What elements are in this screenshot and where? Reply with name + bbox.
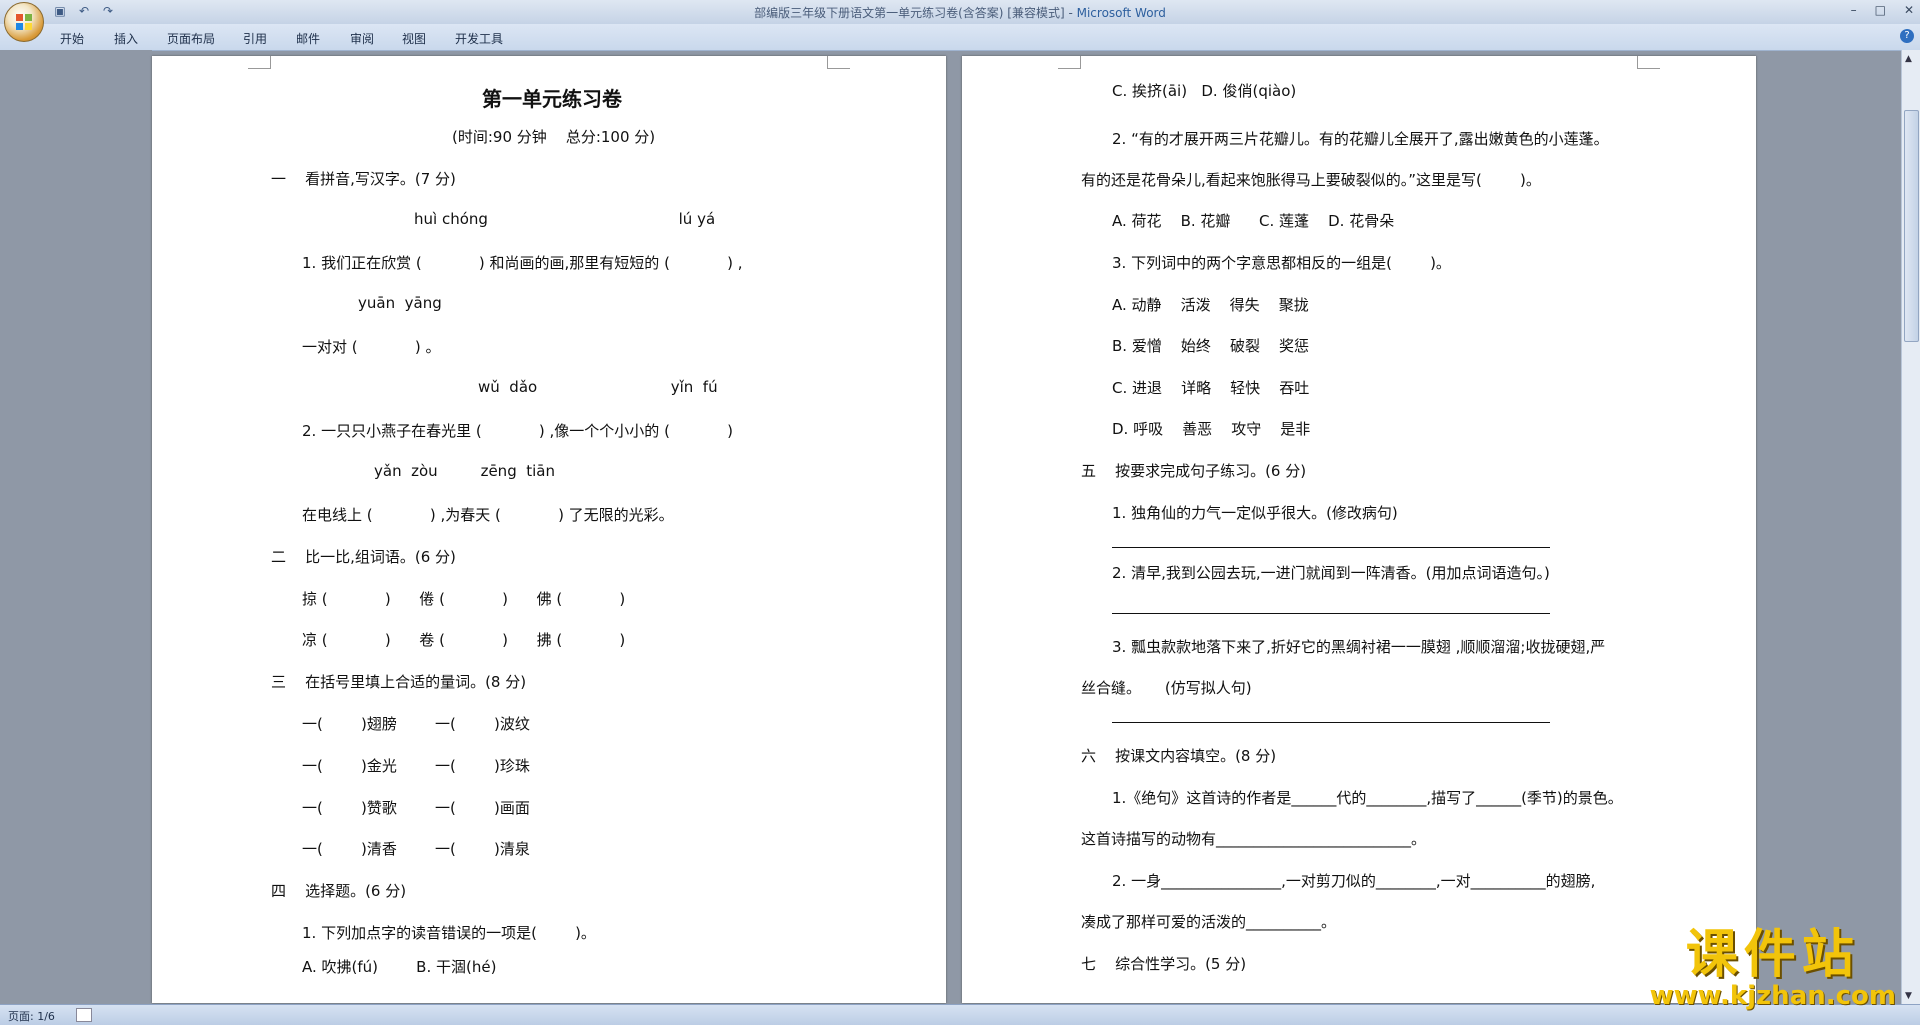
pinyin-line: yǎn zòu zēng tiān (374, 462, 555, 480)
section-heading: 四 选择题。(6 分) (271, 882, 407, 900)
section-heading: 二 比一比,组词语。(6 分) (271, 548, 456, 566)
question-line: 2. 一身________________,一对剪刀似的________,一对_… (1112, 872, 1596, 890)
help-icon[interactable]: ? (1900, 29, 1914, 43)
option-line: C. 进退 详略 轻快 吞吐 (1112, 379, 1310, 397)
question-line: 1. 下列加点字的读音错误的一项是( )。 (302, 924, 596, 942)
watermark-url: www.kjzhan.com (1649, 981, 1896, 1011)
document-title: 部编版三年级下册语文第一单元练习卷(含答案) [兼容模式] - (754, 6, 1077, 20)
option-line: D. 呼吸 善恶 攻守 是非 (1112, 420, 1311, 438)
answer-blank[interactable] (1112, 722, 1550, 723)
watermark-logo: 课件站 www.kjzhan.com (1650, 927, 1896, 1009)
question-line: 在电线上 ( ) ,为春天 ( ) 了无限的光彩。 (302, 506, 674, 524)
title-bar: ▣ ↶ ↷ 部编版三年级下册语文第一单元练习卷(含答案) [兼容模式] - Mi… (0, 0, 1920, 24)
question-line: 这首诗描写的动物有__________________________。 (1081, 830, 1427, 848)
question-line: 一对对 ( ) 。 (302, 338, 441, 356)
margin-mark (1637, 56, 1660, 69)
answer-blank[interactable] (1112, 613, 1550, 614)
question-line: 2. 一只只小燕子在春光里 ( ) ,像一个个小小的 ( ) (302, 422, 733, 440)
question-line: 3. 瓢虫款款地落下来了,折好它的黑绸衬裙一一膜翅 ,顺顺溜溜;收拢硬翅,严 (1112, 638, 1606, 656)
vertical-scrollbar[interactable]: ▲ ▼ (1901, 50, 1920, 1005)
ribbon-tabs: 开始 插入 页面布局 引用 邮件 审阅 视图 开发工具 ? (0, 24, 1920, 51)
question-line: 1. 独角仙的力气一定似乎很大。(修改病句) (1112, 504, 1398, 522)
office-button[interactable] (4, 2, 44, 42)
status-bar: 页面: 1/6 (0, 1004, 1920, 1025)
tab-home[interactable]: 开始 (60, 30, 84, 47)
section-heading: 五 按要求完成句子练习。(6 分) (1081, 462, 1307, 480)
section-heading: 六 按课文内容填空。(8 分) (1081, 747, 1277, 765)
margin-mark (248, 56, 271, 69)
question-line: 3. 下列词中的两个字意思都相反的一组是( )。 (1112, 254, 1451, 272)
window-title: 部编版三年级下册语文第一单元练习卷(含答案) [兼容模式] - Microsof… (0, 4, 1920, 21)
question-line: 掠 ( ) 倦 ( ) 佛 ( ) (302, 590, 626, 608)
page-counter[interactable]: 页面: 1/6 (8, 1008, 55, 1024)
pinyin-line: wǔ dǎo yǐn fú (478, 378, 718, 396)
section-heading: 一 看拼音,写汉字。(7 分) (271, 170, 456, 188)
option-line: B. 爱憎 始终 破裂 奖惩 (1112, 337, 1310, 355)
document-page-2[interactable]: C. 挨挤(āi) D. 俊俏(qiào) 2. “有的才展开两三片花瓣儿。有的… (962, 56, 1756, 1003)
question-line: 1.《绝句》这首诗的作者是______代的________,描写了______(… (1112, 789, 1623, 807)
question-line: C. 挨挤(āi) D. 俊俏(qiào) (1112, 82, 1297, 100)
exam-subtitle: (时间:90 分钟 总分:100 分) (452, 128, 656, 146)
pinyin-line: yuān yāng (358, 294, 442, 312)
question-line: 凑成了那样可爱的活泼的__________。 (1081, 913, 1337, 931)
proofing-icon[interactable] (76, 1008, 92, 1022)
tab-insert[interactable]: 插入 (114, 30, 138, 47)
option-line: A. 荷花 B. 花瓣 C. 莲蓬 D. 花骨朵 (1112, 212, 1395, 230)
margin-mark (827, 56, 850, 69)
document-page-1[interactable]: 第一单元练习卷 (时间:90 分钟 总分:100 分) 一 看拼音,写汉字。(7… (152, 56, 946, 1003)
workspace-margin (0, 50, 152, 1005)
question-line: 2. “有的才展开两三片花瓣儿。有的花瓣儿全展开了,露出嫩黄色的小莲蓬。 (1112, 130, 1609, 148)
minimize-icon[interactable]: – (1851, 3, 1857, 17)
answer-blank[interactable] (1112, 547, 1550, 548)
page-title: 第一单元练习卷 (482, 87, 622, 111)
question-line: 一( )赞歌 一( )画面 (302, 799, 530, 817)
scroll-up-icon[interactable]: ▲ (1905, 54, 1912, 64)
window-controls: – □ ✕ (1851, 3, 1914, 17)
tab-developer[interactable]: 开发工具 (455, 30, 503, 47)
question-line: 一( )清香 一( )清泉 (302, 840, 530, 858)
option-line: A. 动静 活泼 得失 聚拢 (1112, 296, 1309, 314)
question-line: 一( )翅膀 一( )波纹 (302, 715, 530, 733)
scroll-down-icon[interactable]: ▼ (1905, 991, 1912, 1001)
tab-page-layout[interactable]: 页面布局 (167, 30, 215, 47)
tab-review[interactable]: 审阅 (350, 30, 374, 47)
question-line: 2. 清早,我到公园去玩,一进门就闻到一阵清香。(用加点词语造句。) (1112, 564, 1550, 582)
tab-view[interactable]: 视图 (402, 30, 426, 47)
question-line: 1. 我们正在欣赏 ( ) 和尚画的画,那里有短短的 ( ) , (302, 254, 743, 272)
scrollbar-thumb[interactable] (1904, 110, 1919, 342)
question-line: 一( )金光 一( )珍珠 (302, 757, 530, 775)
app-name: Microsoft Word (1076, 6, 1166, 20)
section-heading: 三 在括号里填上合适的量词。(8 分) (271, 673, 527, 691)
close-icon[interactable]: ✕ (1904, 3, 1914, 17)
question-line: 丝合缝。 (仿写拟人句) (1081, 679, 1252, 697)
maximize-icon[interactable]: □ (1875, 3, 1886, 17)
tab-mailings[interactable]: 邮件 (296, 30, 320, 47)
section-heading: 七 综合性学习。(5 分) (1081, 955, 1247, 973)
margin-mark (1058, 56, 1081, 69)
question-line: A. 吹拂(fú) B. 干涸(hé) (302, 958, 497, 976)
office-logo-icon (16, 14, 32, 30)
question-line: 有的还是花骨朵儿,看起来饱胀得马上要破裂似的。”这里是写( )。 (1081, 171, 1541, 189)
tab-references[interactable]: 引用 (243, 30, 267, 47)
pinyin-line: huì chóng lú yá (414, 210, 716, 228)
watermark-title: 课件站 (1685, 925, 1860, 985)
question-line: 凉 ( ) 卷 ( ) 拂 ( ) (302, 631, 626, 649)
